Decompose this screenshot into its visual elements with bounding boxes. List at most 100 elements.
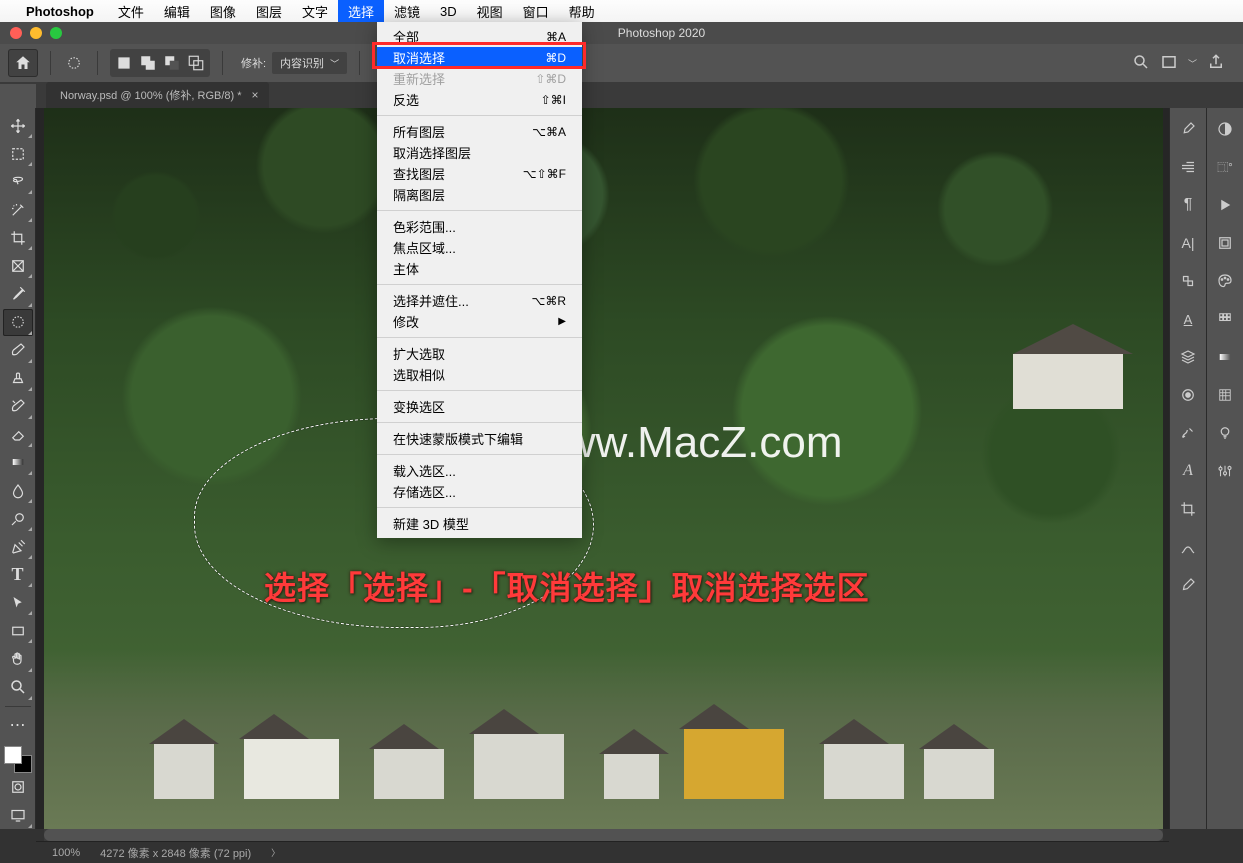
gradient-tool[interactable]: [3, 449, 33, 476]
menu-help[interactable]: 帮助: [559, 0, 605, 22]
libraries-panel-icon[interactable]: [1175, 534, 1201, 560]
menu-item-10[interactable]: 色彩范围...: [377, 216, 582, 237]
foreground-color[interactable]: [4, 746, 22, 764]
screen-mode-toggle[interactable]: [3, 802, 33, 829]
color-swatches[interactable]: [4, 746, 32, 773]
sel-new-icon[interactable]: [113, 52, 135, 74]
menu-filter[interactable]: 滤镜: [384, 0, 430, 22]
clone-source-icon[interactable]: [1175, 154, 1201, 180]
menu-item-0[interactable]: 全部⌘A: [377, 26, 582, 47]
edit-brush-icon[interactable]: [1175, 572, 1201, 598]
menu-layer[interactable]: 图层: [246, 0, 292, 22]
rectangle-tool[interactable]: [3, 617, 33, 644]
menu-item-17[interactable]: 扩大选取: [377, 343, 582, 364]
menu-item-7[interactable]: 查找图层⌥⇧⌘F: [377, 163, 582, 184]
menu-view[interactable]: 视图: [467, 0, 513, 22]
brush-tool[interactable]: [3, 337, 33, 364]
patch-tool[interactable]: [3, 309, 33, 336]
menu-item-3[interactable]: 反选⇧⌘I: [377, 89, 582, 110]
menu-item-1[interactable]: 取消选择⌘D: [377, 47, 582, 68]
channels-panel-icon[interactable]: [1175, 382, 1201, 408]
zoom-tool[interactable]: [3, 674, 33, 701]
swatches-grid-icon[interactable]: [1212, 306, 1238, 332]
path-select-tool[interactable]: [3, 589, 33, 616]
glyph-panel-icon[interactable]: A: [1175, 458, 1201, 484]
magic-wand-tool[interactable]: [3, 196, 33, 223]
home-button[interactable]: [8, 49, 38, 77]
layers-panel-icon[interactable]: [1175, 344, 1201, 370]
horizontal-scrollbar[interactable]: [44, 829, 1163, 841]
document-tab[interactable]: Norway.psd @ 100% (修补, RGB/8) * ×: [46, 82, 269, 108]
menu-item-8[interactable]: 隔离图层: [377, 184, 582, 205]
menu-type[interactable]: 文字: [292, 0, 338, 22]
frame-tool[interactable]: [3, 252, 33, 279]
eyedropper-tool[interactable]: [3, 280, 33, 307]
menu-item-18[interactable]: 选取相似: [377, 364, 582, 385]
sel-subtract-icon[interactable]: [161, 52, 183, 74]
clone-stamp-tool[interactable]: [3, 365, 33, 392]
menu-item-14[interactable]: 选择并遮住...⌥⌘R: [377, 290, 582, 311]
quick-mask-toggle[interactable]: [3, 774, 33, 801]
gradient-swatch-icon[interactable]: [1212, 344, 1238, 370]
menu-3d[interactable]: 3D: [430, 0, 467, 22]
chevron-down-icon[interactable]: ﹀: [1188, 57, 1197, 70]
artboard-panel-icon[interactable]: [1212, 230, 1238, 256]
dodge-tool[interactable]: [3, 505, 33, 532]
align-panel-icon[interactable]: [1175, 268, 1201, 294]
pen-tool[interactable]: [3, 533, 33, 560]
blur-tool[interactable]: [3, 477, 33, 504]
patch-mode-dropdown[interactable]: 内容识别 ﹀: [272, 52, 347, 74]
character-panel-icon[interactable]: A|: [1175, 230, 1201, 256]
info-bulb-icon[interactable]: [1212, 420, 1238, 446]
color-panel-icon[interactable]: [1212, 268, 1238, 294]
document-canvas[interactable]: Z www.MacZ.com 选择「选择」-「取消选择」取消选择选区: [44, 108, 1163, 829]
chevron-right-icon[interactable]: 〉: [271, 846, 280, 859]
edit-toolbar-icon[interactable]: ⋯: [3, 712, 33, 739]
menu-item-24[interactable]: 载入选区...: [377, 460, 582, 481]
menu-item-27[interactable]: 新建 3D 模型: [377, 513, 582, 534]
menu-item-15[interactable]: 修改▶: [377, 311, 582, 332]
menu-item-6[interactable]: 取消选择图层: [377, 142, 582, 163]
type-tool[interactable]: T: [3, 561, 33, 588]
menu-file[interactable]: 文件: [108, 0, 154, 22]
doc-info[interactable]: 4272 像素 x 2848 像素 (72 ppi): [100, 845, 251, 861]
menu-item-25[interactable]: 存储选区...: [377, 481, 582, 502]
maximize-window-button[interactable]: [50, 27, 62, 39]
menu-item-20[interactable]: 变换选区: [377, 396, 582, 417]
crop-tool[interactable]: [3, 224, 33, 251]
close-window-button[interactable]: [10, 27, 22, 39]
history-brush-tool[interactable]: [3, 393, 33, 420]
3d-panel-icon[interactable]: ⿹°: [1212, 154, 1238, 180]
minimize-window-button[interactable]: [30, 27, 42, 39]
actions-panel-icon[interactable]: [1212, 192, 1238, 218]
share-icon[interactable]: [1207, 53, 1225, 74]
half-circle-icon[interactable]: [1212, 116, 1238, 142]
hand-tool[interactable]: [3, 645, 33, 672]
sel-add-icon[interactable]: [137, 52, 159, 74]
pattern-panel-icon[interactable]: [1212, 382, 1238, 408]
menu-edit[interactable]: 编辑: [154, 0, 200, 22]
workspace-switcher-icon[interactable]: [1160, 53, 1178, 74]
sel-intersect-icon[interactable]: [185, 52, 207, 74]
eraser-tool[interactable]: [3, 421, 33, 448]
paths-panel-icon[interactable]: [1175, 420, 1201, 446]
menu-window[interactable]: 窗口: [513, 0, 559, 22]
patch-tool-icon[interactable]: [63, 52, 85, 74]
properties-crop-icon[interactable]: [1175, 496, 1201, 522]
close-tab-icon[interactable]: ×: [252, 88, 259, 102]
marquee-tool[interactable]: [3, 140, 33, 167]
search-icon[interactable]: [1132, 53, 1150, 74]
brush-panel-icon[interactable]: [1175, 116, 1201, 142]
menu-item-22[interactable]: 在快速蒙版模式下编辑: [377, 428, 582, 449]
character-style-icon[interactable]: A: [1175, 306, 1201, 332]
menu-select[interactable]: 选择: [338, 0, 384, 22]
canvas-area[interactable]: Z www.MacZ.com 选择「选择」-「取消选择」取消选择选区: [36, 108, 1169, 829]
adjust-panel-icon[interactable]: [1212, 458, 1238, 484]
menu-item-11[interactable]: 焦点区域...: [377, 237, 582, 258]
paragraph-panel-icon[interactable]: ¶: [1175, 192, 1201, 218]
zoom-level[interactable]: 100%: [52, 847, 80, 859]
lasso-tool[interactable]: [3, 168, 33, 195]
move-tool[interactable]: [3, 112, 33, 139]
menu-image[interactable]: 图像: [200, 0, 246, 22]
menu-item-12[interactable]: 主体: [377, 258, 582, 279]
